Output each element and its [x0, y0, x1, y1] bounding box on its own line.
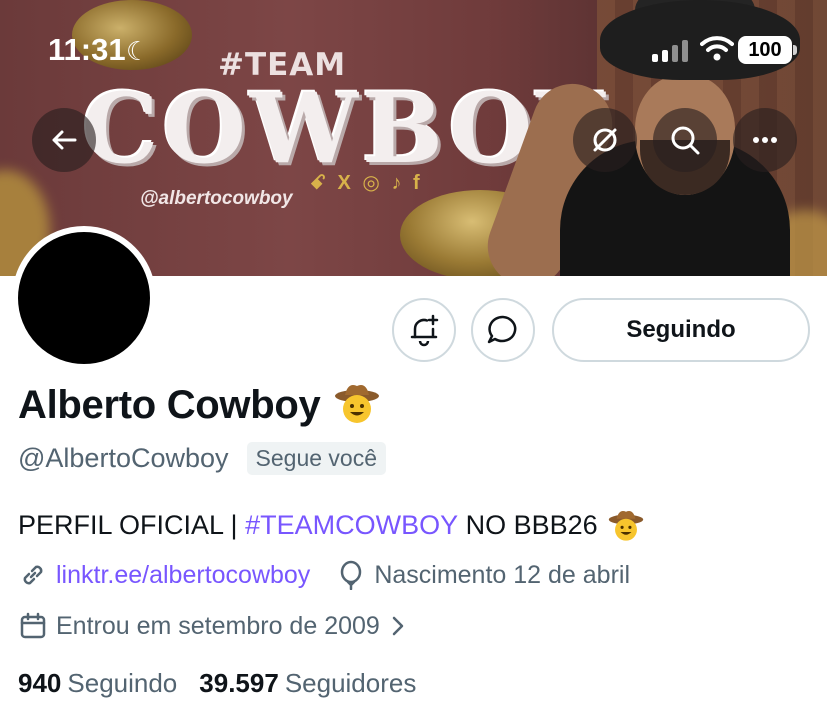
banner-handle: @albertocowboy	[140, 188, 293, 209]
profile-joined-row[interactable]: Entrou em setembro de 2009	[18, 611, 406, 641]
bell-plus-icon	[410, 314, 439, 347]
profile-joined: Entrou em setembro de 2009	[56, 611, 380, 640]
following-stat[interactable]: 940 Seguindo	[18, 668, 177, 699]
link-icon	[18, 560, 48, 590]
battery-tip	[793, 45, 797, 55]
followers-label: Seguidores	[284, 668, 417, 698]
wifi-icon	[700, 34, 734, 62]
profile-meta-row: linktr.ee/albertocowboy Nascimento 12 de…	[18, 560, 630, 590]
cowboy-emoji-icon	[608, 508, 644, 542]
profile-birthday: Nascimento 12 de abril	[374, 560, 631, 589]
profile-name: Alberto Cowboy	[18, 383, 321, 427]
profile-handle-row: @AlbertoCowboy Segue você	[18, 442, 386, 475]
status-time: 11:31	[48, 32, 126, 67]
profile-avatar[interactable]	[12, 226, 156, 370]
profile-website-link[interactable]: linktr.ee/albertocowboy	[56, 561, 310, 590]
search-button[interactable]	[653, 108, 717, 172]
notifications-button[interactable]	[392, 298, 456, 362]
more-icon	[753, 137, 777, 143]
cellular-signal-icon	[652, 40, 688, 62]
grok-icon	[593, 128, 617, 152]
back-arrow-icon	[52, 130, 77, 150]
profile-name-row: Alberto Cowboy	[18, 382, 380, 429]
bio-hashtag-link[interactable]: #TEAMCOWBOY	[245, 510, 458, 541]
chevron-right-icon	[390, 615, 406, 637]
search-icon	[671, 126, 700, 155]
message-button[interactable]	[471, 298, 535, 362]
more-options-button[interactable]	[733, 108, 797, 172]
profile-stats: 940 Seguindo 39.597 Seguidores	[18, 668, 416, 699]
battery-indicator: 100	[738, 36, 792, 64]
bio-prefix: PERFIL OFICIAL |	[18, 509, 246, 540]
following-count: 940	[18, 668, 62, 698]
following-button[interactable]: Seguindo	[552, 298, 810, 362]
followers-count: 39.597	[199, 668, 279, 698]
cowboy-emoji-icon	[334, 382, 380, 429]
status-bar: 11:31 ☾ 100	[0, 0, 827, 100]
balloon-icon	[336, 560, 366, 590]
chat-bubble-icon	[487, 315, 517, 344]
bio-suffix: NO BBB26	[458, 509, 598, 540]
followers-stat[interactable]: 39.597 Seguidores	[199, 668, 416, 699]
profile-bio: PERFIL OFICIAL | #TEAMCOWBOY NO BBB26	[18, 508, 644, 542]
grok-button[interactable]	[573, 108, 637, 172]
follows-you-badge: Segue você	[246, 442, 386, 475]
focus-moon-icon: ☾	[126, 36, 150, 66]
following-label: Seguindo	[67, 668, 178, 698]
profile-handle: @AlbertoCowboy	[18, 443, 229, 473]
banner-social-icons: ꗃ X ◎ ♪ f	[310, 172, 423, 194]
calendar-icon	[18, 611, 48, 641]
back-button[interactable]	[32, 108, 96, 172]
